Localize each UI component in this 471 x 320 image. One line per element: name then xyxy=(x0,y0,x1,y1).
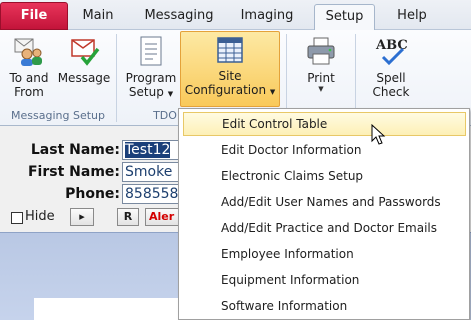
spell-check-button[interactable]: ABC Spell Check xyxy=(362,32,420,106)
first-name-field[interactable]: Smoke xyxy=(122,162,182,182)
phone-label: Phone: xyxy=(65,186,120,202)
spell-check-icon: ABC xyxy=(375,38,408,66)
panel-white-strip xyxy=(34,298,179,320)
to-and-from-label-2: From xyxy=(14,85,44,99)
to-and-from-label-1: To and xyxy=(9,71,49,85)
printer-icon xyxy=(307,37,335,65)
spell-check-label-2: Check xyxy=(372,85,410,99)
menu-item-edit-doctor-information[interactable]: Edit Doctor Information xyxy=(183,138,466,162)
people-mail-icon xyxy=(14,38,42,66)
program-setup-label-1: Program xyxy=(125,71,177,85)
to-and-from-button[interactable]: To and From xyxy=(4,32,54,106)
hide-label: Hide xyxy=(25,209,55,224)
menu-item-practice-doctor-emails[interactable]: Add/Edit Practice and Doctor Emails xyxy=(183,216,466,240)
chevron-down-icon: ▼ xyxy=(167,90,174,98)
tab-file[interactable]: File xyxy=(0,2,68,30)
group-separator xyxy=(116,34,117,122)
hide-checkbox[interactable] xyxy=(11,212,23,224)
program-setup-button[interactable]: Program Setup ▼ xyxy=(122,32,180,106)
print-button[interactable]: Print ▼ xyxy=(292,32,350,106)
spell-check-label-1: Spell xyxy=(376,71,406,85)
first-name-label: First Name: xyxy=(27,164,120,180)
last-name-label: Last Name: xyxy=(30,142,120,158)
tab-main[interactable]: Main xyxy=(74,4,122,30)
play-button[interactable]: ▸ xyxy=(70,208,94,226)
site-configuration-button[interactable]: Site Configuration ▼ xyxy=(180,31,280,107)
ribbon-tab-bar: File Main Messaging Imaging Setup Help xyxy=(0,0,471,31)
message-check-icon xyxy=(71,39,100,66)
chevron-down-icon: ▼ xyxy=(318,85,324,93)
program-setup-label-2: Setup ▼ xyxy=(122,85,180,101)
document-list-icon xyxy=(140,36,162,66)
tab-messaging[interactable]: Messaging xyxy=(138,4,220,30)
menu-item-edit-control-table[interactable]: Edit Control Table xyxy=(183,112,466,136)
message-button[interactable]: Message xyxy=(56,32,112,106)
menu-item-user-names-passwords[interactable]: Add/Edit User Names and Passwords xyxy=(183,190,466,214)
site-configuration-label-2-text: Configuration xyxy=(184,83,267,97)
program-setup-label-2-text: Setup xyxy=(128,85,164,99)
tab-imaging[interactable]: Imaging xyxy=(232,4,302,30)
tab-setup[interactable]: Setup xyxy=(314,4,375,31)
site-configuration-menu: Edit Control Table Edit Doctor Informati… xyxy=(178,108,470,320)
last-name-field[interactable]: Test12 xyxy=(122,140,182,160)
site-configuration-label-2: Configuration ▼ xyxy=(181,83,279,99)
last-name-value: Test12 xyxy=(125,142,171,158)
group-label-messaging-setup: Messaging Setup xyxy=(11,109,105,122)
menu-item-equipment-information[interactable]: Equipment Information xyxy=(183,268,466,292)
r-button[interactable]: R xyxy=(117,208,139,226)
mouse-cursor-icon xyxy=(371,124,386,145)
print-label: Print xyxy=(307,71,335,85)
menu-item-employee-information[interactable]: Employee Information xyxy=(183,242,466,266)
site-configuration-label-1: Site xyxy=(218,69,242,83)
chevron-down-icon: ▼ xyxy=(269,88,276,96)
menu-item-software-information[interactable]: Software Information xyxy=(183,294,466,318)
message-label: Message xyxy=(57,71,111,85)
tab-help[interactable]: Help xyxy=(390,4,434,30)
menu-item-electronic-claims-setup[interactable]: Electronic Claims Setup xyxy=(183,164,466,188)
phone-field[interactable]: 858558 xyxy=(122,184,182,204)
grid-table-icon xyxy=(217,37,243,63)
